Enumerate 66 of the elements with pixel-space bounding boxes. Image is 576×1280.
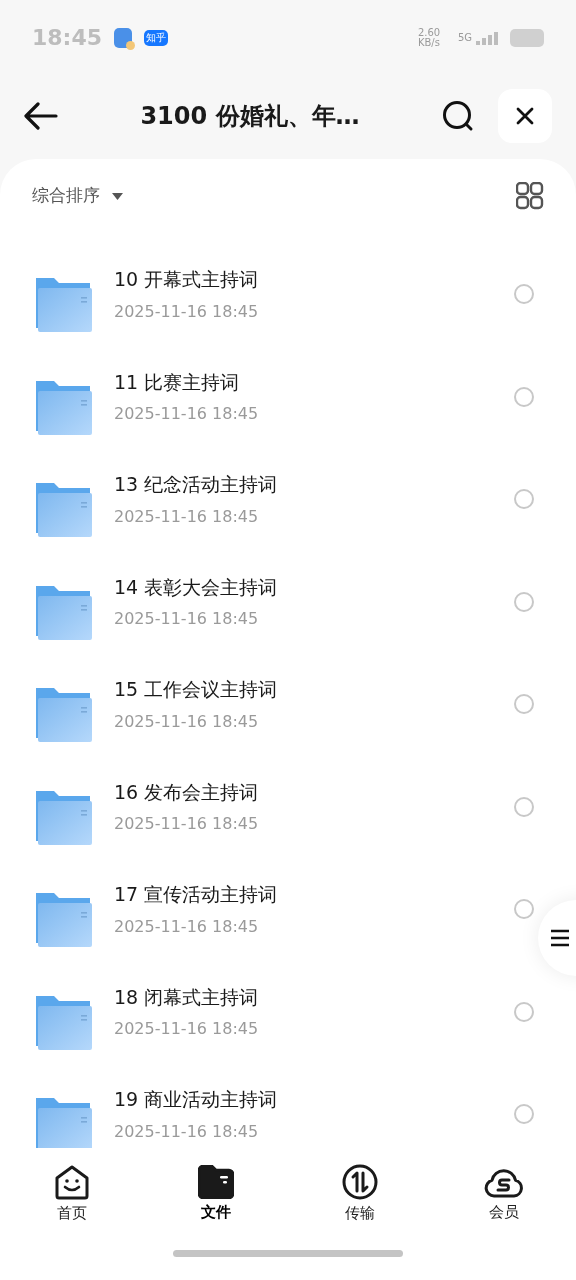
- select-radio[interactable]: [514, 899, 534, 920]
- file-row[interactable]: 13 纪念活动主持词 2025-11-16 18:45: [0, 458, 576, 561]
- file-name: 13 纪念活动主持词: [114, 472, 279, 497]
- folder-icon: [34, 788, 92, 845]
- sort-dropdown[interactable]: 综合排序: [32, 183, 123, 209]
- file-date: 2025-11-16 18:45: [114, 1018, 260, 1040]
- folder-icon: [34, 686, 92, 743]
- smiley-house-icon: [54, 1163, 90, 1200]
- file-name: 17 宣传活动主持词: [114, 882, 279, 907]
- file-date: 2025-11-16 18:45: [114, 813, 260, 835]
- select-radio[interactable]: [514, 386, 534, 407]
- file-date: 2025-11-16 18:45: [114, 403, 260, 425]
- status-time: 18:45: [32, 24, 103, 52]
- folder-icon: [34, 891, 92, 948]
- file-row[interactable]: 18 闭幕式主持词 2025-11-16 18:45: [0, 970, 576, 1073]
- select-radio[interactable]: [514, 284, 534, 305]
- select-radio[interactable]: [514, 1104, 534, 1125]
- window-title: 3100 份婚礼、年…: [140, 101, 360, 132]
- folder-icon: [34, 583, 92, 640]
- file-date: 2025-11-16 18:45: [114, 915, 260, 938]
- folder-icon: [198, 1164, 234, 1199]
- file-row[interactable]: 17 宣传活动主持词 2025-11-16 18:45: [0, 868, 576, 971]
- folder-icon: [34, 481, 92, 538]
- folder-icon: [34, 378, 92, 435]
- file-date: 2025-11-16 18:45: [114, 300, 260, 323]
- close-button[interactable]: [498, 89, 552, 143]
- battery-icon: [510, 28, 544, 47]
- file-date: 2025-11-16 18:45: [114, 608, 260, 630]
- file-name: 14 表彰大会主持词: [114, 574, 279, 600]
- nav-tab[interactable]: 首页: [0, 1148, 144, 1240]
- back-arrow-icon[interactable]: [24, 102, 58, 130]
- select-radio[interactable]: [514, 1001, 534, 1022]
- menu-icon: [550, 929, 570, 947]
- network-type: 5G: [457, 31, 472, 45]
- network-speed: 2.60 KB/s: [417, 27, 442, 48]
- file-row[interactable]: 11 比赛主持词 2025-11-16 18:45: [0, 355, 576, 458]
- file-name: 19 商业活动主持词: [114, 1087, 279, 1112]
- file-date: 2025-11-16 18:45: [114, 505, 260, 528]
- file-name: 15 工作会议主持词: [114, 677, 279, 702]
- close-icon: [516, 107, 534, 125]
- select-radio[interactable]: [514, 591, 534, 612]
- app-badge: 知乎: [144, 29, 169, 46]
- nav-tab[interactable]: 会员: [432, 1148, 576, 1240]
- caret-icon: [112, 192, 123, 200]
- select-radio[interactable]: [514, 489, 534, 510]
- file-date: 2025-11-16 18:45: [114, 1120, 260, 1143]
- file-date: 2025-11-16 18:45: [114, 710, 260, 733]
- nav-tab[interactable]: 传输: [288, 1148, 432, 1240]
- select-radio[interactable]: [514, 694, 534, 715]
- file-row[interactable]: 15 工作会议主持词 2025-11-16 18:45: [0, 663, 576, 766]
- folder-icon: [34, 993, 92, 1050]
- select-radio[interactable]: [514, 796, 534, 817]
- nav-tab[interactable]: 文件: [144, 1148, 288, 1240]
- file-row[interactable]: 16 发布会主持词 2025-11-16 18:45: [0, 765, 576, 868]
- transfer-icon: [342, 1163, 378, 1200]
- file-name: 11 比赛主持词: [114, 369, 241, 395]
- file-row[interactable]: 10 开幕式主持词 2025-11-16 18:45: [0, 253, 576, 356]
- file-name: 10 开幕式主持词: [114, 267, 260, 292]
- grid-view-icon[interactable]: [516, 182, 544, 210]
- file-name: 18 闭幕式主持词: [114, 984, 260, 1010]
- app-notification-icon: [114, 27, 133, 48]
- file-name: 16 发布会主持词: [114, 779, 260, 805]
- folder-icon: [34, 1096, 92, 1148]
- search-icon[interactable]: [442, 100, 474, 132]
- file-row[interactable]: 14 表彰大会主持词 2025-11-16 18:45: [0, 560, 576, 663]
- folder-icon: [34, 276, 92, 333]
